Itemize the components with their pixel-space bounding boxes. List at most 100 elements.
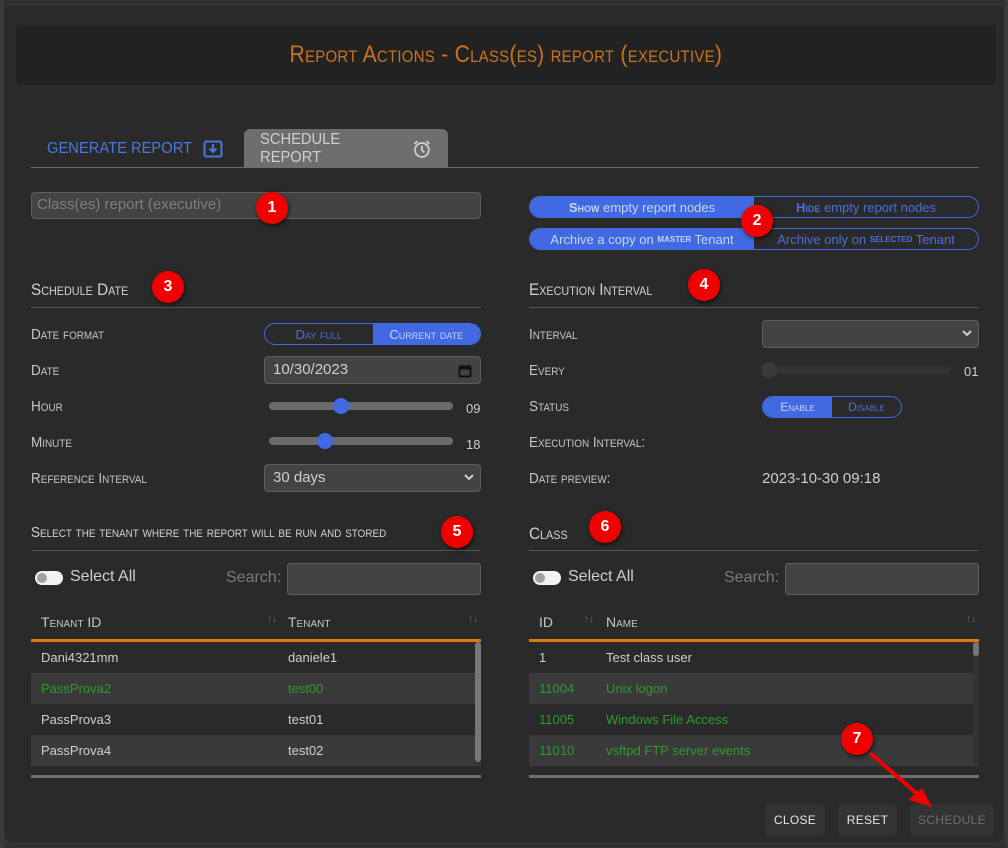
tenant-row[interactable]: PassProva2 test00 [31,673,481,704]
class-divider [529,550,979,551]
every-label: Every [529,362,569,379]
class-table: ID ↑↓ Name ↑↓ 1 Test class user 11004 Unix … [529,602,979,782]
class-row[interactable]: 11013 Unix account [529,766,979,775]
tenant-row-id: PassProva3 [41,712,112,727]
class-row[interactable]: 11005 Windows File Access [529,704,979,735]
class-table-scrollbar[interactable] [973,642,979,764]
archive-selected-option[interactable]: Archive only on selected Tenant [754,229,978,249]
show-bold: Show [568,199,600,215]
class-row-id: 11010 [539,743,575,758]
sort-icon[interactable]: ↑↓ [468,614,478,625]
every-slider-thumb[interactable] [761,362,777,378]
col-class-name[interactable]: Name [606,614,638,630]
schedule-button[interactable]: SCHEDULE [910,804,994,836]
sort-icon[interactable]: ↑↓ [267,614,277,625]
archive-master-post: Tenant [691,231,734,247]
exec-interval-label-text: Execution Interval: [529,434,646,451]
class-search-input[interactable] [785,563,979,595]
tenant-row[interactable]: Dani4321mm daniele1 [31,642,481,673]
class-select-all-toggle[interactable] [533,571,561,585]
tab-schedule-report-label: SCHEDULE REPORT [260,130,341,166]
class-row[interactable]: 11004 Unix logon [529,673,979,704]
date-format-label-text: Date format [31,326,105,343]
annotation-badge-2: 2 [741,205,773,237]
class-title: Class [529,524,568,543]
interval-label-text: Interval [529,326,578,343]
every-slider[interactable] [761,362,951,378]
sort-icon[interactable]: ↑↓ [966,614,976,625]
hour-label: Hour [31,398,66,415]
calendar-icon[interactable] [458,364,472,378]
reference-interval-label-text: Reference Interval [31,470,147,487]
minute-slider-thumb[interactable] [317,433,334,449]
class-table-header: ID ↑↓ Name ↑↓ [529,602,979,642]
schedule-date-heading: Schedule Date [31,280,139,300]
tenant-row[interactable]: PassProva5 test04 [31,766,481,775]
class-row[interactable]: 11010 vsftpd FTP server events [529,735,979,766]
tenant-row[interactable]: PassProva3 test01 [31,704,481,735]
schedule-date-title: Schedule Date [31,280,129,299]
col-class-id[interactable]: ID [539,614,553,630]
toggle-knob [37,573,47,583]
tenant-row[interactable]: PassProva4 test02 [31,735,481,766]
hide-rest: empty report nodes [820,199,937,215]
class-row-name: Unix logon [606,681,668,696]
every-value: 01 [964,364,979,379]
show-empty-nodes-option[interactable]: Show empty report nodes [530,197,754,217]
interval-select[interactable] [762,320,979,348]
reset-button[interactable]: RESET [838,804,897,836]
tenant-select-all-label: Select All [70,568,136,585]
date-label: Date [31,362,62,379]
tenant-search-label: Search: [226,569,282,586]
status-disable[interactable]: Disable [832,397,901,417]
hide-empty-nodes-option[interactable]: Hide empty report nodes [754,197,978,217]
tenant-row-name: test04 [288,774,323,775]
class-row[interactable]: 1 Test class user [529,642,979,673]
show-rest: empty report nodes [599,199,716,215]
tab-generate-report-label: GENERATE REPORT [47,139,193,157]
date-format-current-date[interactable]: Current date [372,324,480,344]
minute-slider[interactable] [269,433,453,449]
sort-icon[interactable]: ↑↓ [584,614,594,625]
date-preview-value: 2023-10-30 09:18 [762,470,881,487]
annotation-badge-6: 6 [589,511,621,543]
hour-slider[interactable] [269,398,453,414]
chevron-down-icon [962,330,972,337]
exec-interval-label: Execution Interval: [529,434,658,451]
tenant-row-name: test02 [288,743,324,758]
col-tenant-id[interactable]: Tenant ID [41,614,101,630]
date-preview-label: Date preview: [529,470,619,487]
date-label-text: Date [31,362,60,379]
col-tenant[interactable]: Tenant [288,614,330,630]
tab-bar: GENERATE REPORT SCHEDULE REPORT [31,129,979,168]
date-input[interactable]: 10/30/2023 [264,356,481,384]
tenant-table: Tenant ID ↑↓ Tenant ↑↓ Dani4321mm daniele… [31,602,481,782]
reference-interval-value: 30 days [273,469,326,486]
hour-slider-thumb[interactable] [332,398,349,414]
class-select-all-label: Select All [568,568,634,585]
scrollbar-thumb[interactable] [475,642,481,762]
chevron-down-icon [464,474,474,481]
tab-generate-report[interactable]: GENERATE REPORT [31,129,239,168]
annotation-badge-7: 7 [841,723,873,755]
reference-interval-select[interactable]: 30 days [264,464,481,492]
tenant-table-scrollbar[interactable] [475,642,481,764]
archive-master-option[interactable]: Archive a copy on master Tenant [530,229,754,249]
alarm-clock-icon [414,139,431,158]
close-button[interactable]: CLOSE [765,804,825,836]
status-enable[interactable]: Enable [763,397,832,417]
tenant-select-all-toggle[interactable] [35,571,63,585]
class-row-name: Test class user [606,650,692,665]
class-search-label: Search: [724,569,780,586]
execution-interval-heading: Execution Interval [529,280,666,300]
tab-schedule-report[interactable]: SCHEDULE REPORT [244,129,448,168]
archive-selected-pre: Archive only on [777,231,870,247]
annotation-badge-5: 5 [441,516,473,548]
date-format-day-full[interactable]: Day full [265,324,373,344]
annotation-badge-3: 3 [152,271,184,303]
tenant-row-id: PassProva5 [41,774,111,775]
reference-interval-label: Reference Interval [31,470,160,487]
tenant-search-input[interactable] [287,563,481,595]
scrollbar-thumb[interactable] [973,642,979,656]
tenant-row-id: Dani4321mm [41,650,119,665]
